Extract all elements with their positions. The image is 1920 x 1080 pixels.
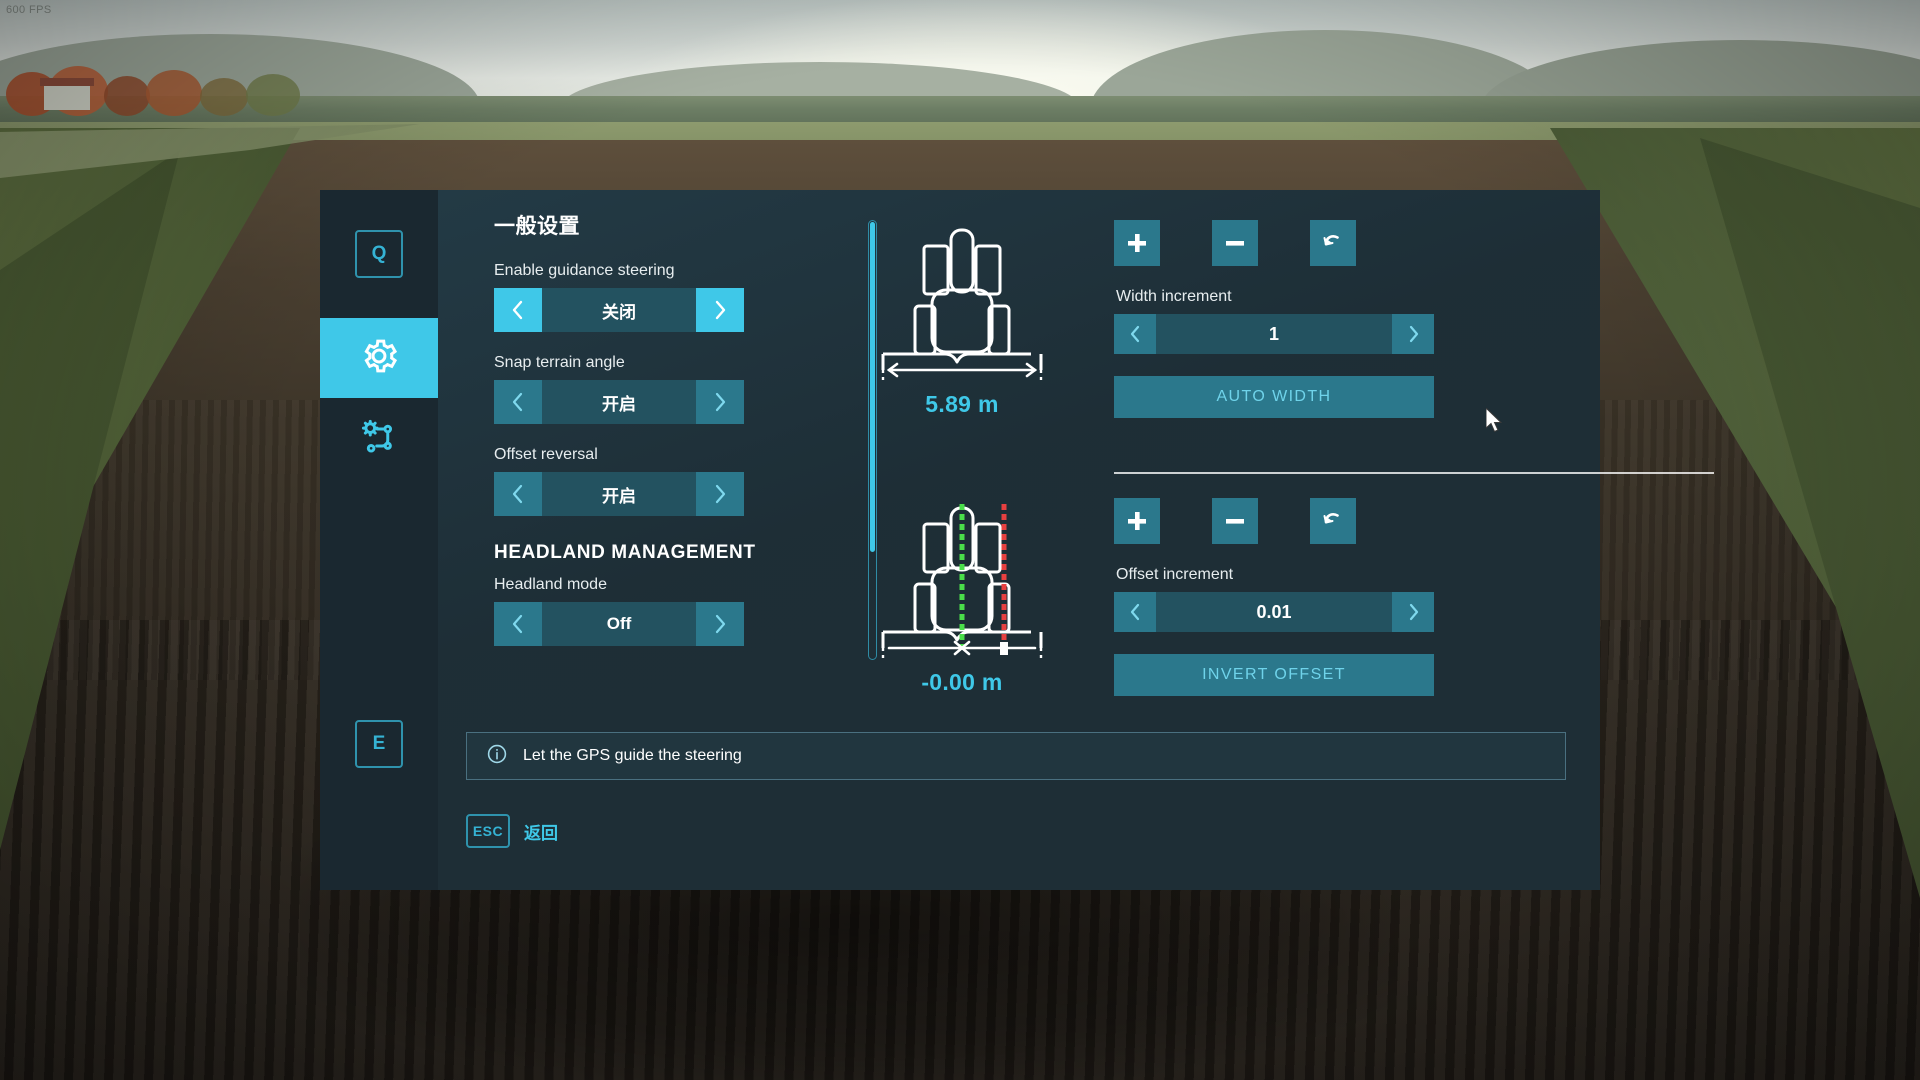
footer-actions: ESC 返回 bbox=[466, 814, 558, 848]
tractor-top-view-width bbox=[881, 228, 1043, 380]
setting-value: 关闭 bbox=[602, 302, 636, 322]
offset-reading: -0.00 m bbox=[921, 669, 1003, 695]
width-increment-value: 1 bbox=[1268, 323, 1279, 344]
offset-increment-value: 0.01 bbox=[1256, 601, 1292, 622]
tractor-top-view-offset bbox=[881, 504, 1043, 658]
width-increment-next[interactable] bbox=[1392, 314, 1434, 354]
offset-increase-button[interactable] bbox=[1114, 498, 1160, 544]
reset-icon bbox=[1323, 235, 1339, 246]
offset-reset-button[interactable] bbox=[1310, 498, 1356, 544]
setting-option-row[interactable]: Off bbox=[494, 602, 744, 646]
sidebar-item-track-config[interactable] bbox=[320, 398, 438, 478]
offset-increment-next[interactable] bbox=[1392, 592, 1434, 632]
section-heading-headland: HEADLAND MANAGEMENT bbox=[494, 542, 756, 563]
plus-icon bbox=[1128, 512, 1146, 530]
width-increment-label: Width increment bbox=[1116, 288, 1232, 305]
prev-option-button[interactable] bbox=[494, 288, 542, 332]
offset-diagram: -0.00 m bbox=[862, 502, 1062, 696]
next-option-button[interactable] bbox=[696, 602, 744, 646]
setting-label: Offset reversal bbox=[494, 446, 598, 463]
next-option-button[interactable] bbox=[696, 472, 744, 516]
offset-decrease-button[interactable] bbox=[1212, 498, 1258, 544]
width-reading: 5.89 m bbox=[925, 391, 999, 417]
minus-icon bbox=[1226, 241, 1244, 246]
width-controls: Width increment 1 AUTO WIDTH bbox=[1114, 220, 1434, 418]
info-bar: Let the GPS guide the steering bbox=[466, 732, 1566, 780]
width-diagram: 5.89 m bbox=[862, 224, 1062, 418]
offset-increment-prev[interactable] bbox=[1114, 592, 1156, 632]
prev-option-button[interactable] bbox=[494, 472, 542, 516]
next-option-button[interactable] bbox=[696, 288, 744, 332]
setting-value: 开启 bbox=[602, 486, 636, 506]
offset-block: -0.00 m Offset increment 0.01 INVERT OFF… bbox=[784, 488, 1550, 730]
width-increase-button[interactable] bbox=[1114, 220, 1160, 266]
esc-key-hint[interactable]: ESC bbox=[466, 814, 510, 848]
offset-button-row bbox=[1114, 498, 1434, 544]
info-text: Let the GPS guide the steering bbox=[523, 747, 742, 764]
setting-option-row[interactable]: 关闭 bbox=[494, 288, 744, 332]
key-hint-e[interactable]: E bbox=[355, 720, 403, 768]
prev-option-button[interactable] bbox=[494, 380, 542, 424]
page-title: 一般设置 bbox=[494, 215, 580, 238]
fps-counter: 600 FPS bbox=[6, 4, 52, 16]
back-label[interactable]: 返回 bbox=[524, 819, 558, 844]
width-decrease-button[interactable] bbox=[1212, 220, 1258, 266]
auto-width-button[interactable]: AUTO WIDTH bbox=[1114, 376, 1434, 418]
offset-controls: Offset increment 0.01 INVERT OFFSET bbox=[1114, 498, 1434, 696]
setting-value: 开启 bbox=[602, 394, 636, 414]
settings-scroll-region: Enable guidance steering 关闭 Snap terrain… bbox=[466, 262, 784, 742]
settings-column: 一般设置 Enable guidance steering 关闭 Snap te… bbox=[438, 190, 877, 890]
setting-label: Headland mode bbox=[494, 576, 607, 593]
setting-headland-mode: Headland mode Off bbox=[466, 576, 784, 646]
setting-offset-reversal: Offset reversal 开启 bbox=[466, 446, 784, 516]
offset-increment-label: Offset increment bbox=[1116, 566, 1234, 583]
section-divider bbox=[1114, 472, 1714, 474]
setting-label: Snap terrain angle bbox=[494, 354, 625, 371]
reset-icon bbox=[1323, 513, 1339, 524]
setting-label: Enable guidance steering bbox=[494, 262, 675, 279]
setting-value: Off bbox=[606, 614, 632, 633]
setting-snap-terrain-angle: Snap terrain angle 开启 bbox=[466, 354, 784, 424]
width-increment-stepper[interactable]: 1 bbox=[1114, 314, 1434, 354]
sidebar-item-settings[interactable] bbox=[320, 318, 438, 398]
gear-route-icon bbox=[358, 415, 400, 462]
setting-enable-guidance-steering: Enable guidance steering 关闭 bbox=[466, 262, 784, 332]
width-reset-button[interactable] bbox=[1310, 220, 1356, 266]
setting-option-row[interactable]: 开启 bbox=[494, 380, 744, 424]
minus-icon bbox=[1226, 519, 1244, 524]
plus-icon bbox=[1128, 234, 1146, 252]
dialog-sidebar: Q E bbox=[320, 190, 438, 890]
setting-option-row[interactable]: 开启 bbox=[494, 472, 744, 516]
offset-increment-stepper[interactable]: 0.01 bbox=[1114, 592, 1434, 632]
gps-controls-column: 5.89 m Width increment 1 AUTO WIDTH -0.0… bbox=[784, 190, 1714, 890]
info-icon bbox=[487, 744, 507, 769]
invert-offset-button[interactable]: INVERT OFFSET bbox=[1114, 654, 1434, 696]
next-option-button[interactable] bbox=[696, 380, 744, 424]
width-increment-prev[interactable] bbox=[1114, 314, 1156, 354]
prev-option-button[interactable] bbox=[494, 602, 542, 646]
width-block: 5.89 m Width increment 1 AUTO WIDTH bbox=[784, 210, 1714, 474]
width-button-row bbox=[1114, 220, 1434, 266]
mouse-cursor bbox=[1485, 406, 1506, 441]
gear-icon bbox=[358, 335, 400, 382]
key-hint-q[interactable]: Q bbox=[355, 230, 403, 278]
gps-settings-dialog: Q E 一般设置 Enable guidance steering 关闭 Sna… bbox=[320, 190, 1714, 890]
